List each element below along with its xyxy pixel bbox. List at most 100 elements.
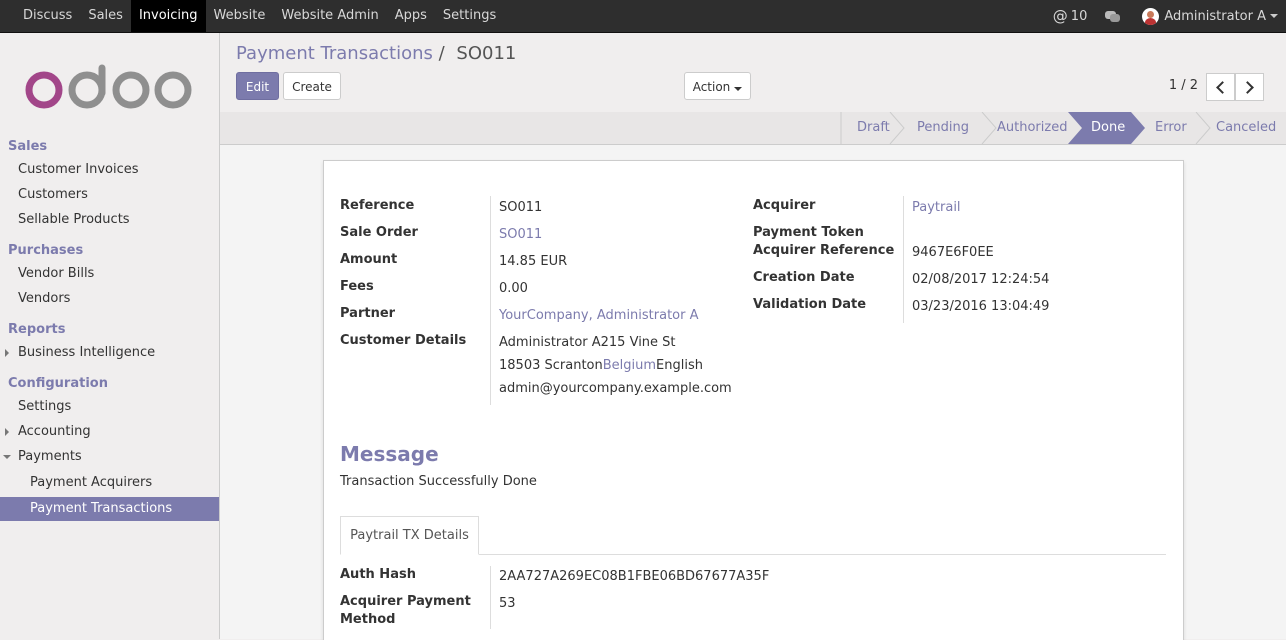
messaging-button[interactable] xyxy=(1105,10,1121,22)
sidebar-item-vendors[interactable]: Vendors xyxy=(0,287,219,311)
sidebar-item-sellable-products[interactable]: Sellable Products xyxy=(0,208,219,232)
menu-sales[interactable]: Sales xyxy=(80,0,131,32)
top-navbar: Discuss Sales Invoicing Website Website … xyxy=(0,0,1286,33)
mentions-count: 10 xyxy=(1070,8,1088,24)
acquirer-payment-method-label: Acquirer Payment xyxy=(340,594,471,609)
statusbar: Draft Pending Authorized Done Error Canc… xyxy=(220,112,1286,145)
chat-icon xyxy=(1105,10,1121,22)
at-icon: @ xyxy=(1052,7,1068,25)
sidebar-item-payments[interactable]: Payments xyxy=(0,445,219,469)
group-divider xyxy=(490,566,491,629)
section-sales: Sales xyxy=(8,139,48,154)
sidebar-item-customers[interactable]: Customers xyxy=(0,183,219,207)
pager-value[interactable]: 1 / 2 xyxy=(1169,78,1198,93)
breadcrumb-parent[interactable]: Payment Transactions xyxy=(236,43,433,64)
acquirer-payment-method-label-2: Method xyxy=(340,612,396,627)
user-name: Administrator A xyxy=(1164,8,1266,24)
sidebar-item-payment-acquirers[interactable]: Payment Acquirers xyxy=(0,471,219,495)
menu-website-admin[interactable]: Website Admin xyxy=(273,0,386,32)
section-configuration: Configuration xyxy=(8,376,108,391)
menu-website[interactable]: Website xyxy=(206,0,274,32)
menu-invoicing[interactable]: Invoicing xyxy=(130,0,206,32)
cd-zip: 18503 xyxy=(499,358,541,373)
statusbar-separators xyxy=(840,112,1211,144)
cd-lang: English xyxy=(656,358,703,373)
customer-details-label: Customer Details xyxy=(340,333,467,348)
acquirer-payment-method-value: 53 xyxy=(499,596,516,611)
fees-label: Fees xyxy=(340,279,374,294)
create-button[interactable]: Create xyxy=(283,72,341,100)
customer-details-email: admin@yourcompany.example.com xyxy=(499,381,732,396)
section-reports: Reports xyxy=(8,322,66,337)
menu-discuss[interactable]: Discuss xyxy=(15,0,80,32)
sale-order-link[interactable]: SO011 xyxy=(499,227,542,242)
acquirer-reference-label: Acquirer Reference xyxy=(753,243,895,258)
menu-settings[interactable]: Settings xyxy=(435,0,504,32)
validation-date-value: 03/23/2016 13:04:49 xyxy=(912,299,1050,314)
pager-next-button[interactable] xyxy=(1235,73,1264,101)
payment-token-label: Payment Token xyxy=(753,225,864,240)
customer-details-line1: Administrator A215 Vine St xyxy=(499,335,676,350)
acquirer-link[interactable]: Paytrail xyxy=(912,200,961,215)
sidebar-item-accounting[interactable]: Accounting xyxy=(0,420,219,444)
stage-authorized[interactable]: Authorized xyxy=(997,112,1067,144)
stage-canceled[interactable]: Canceled xyxy=(1216,112,1276,144)
amount-number: 14.85 xyxy=(499,254,537,269)
sidebar: odoo Sales Customer Invoices Customers S… xyxy=(0,33,220,639)
creation-date-value: 02/08/2017 12:24:54 xyxy=(912,272,1050,287)
action-dropdown[interactable]: Action xyxy=(684,72,751,100)
reference-label: Reference xyxy=(340,198,415,213)
caret-right-icon xyxy=(5,349,9,357)
chevron-down-icon xyxy=(1270,14,1278,18)
tab-paytrail-tx-details[interactable]: Paytrail TX Details xyxy=(340,516,479,555)
group-divider xyxy=(490,196,491,405)
message-title: Message xyxy=(340,442,439,466)
creation-date-label: Creation Date xyxy=(753,270,855,285)
caret-right-icon xyxy=(5,428,9,436)
cd-country-link[interactable]: Belgium xyxy=(603,358,656,373)
breadcrumb-separator: / xyxy=(438,43,445,64)
customer-details-line2: 18503 ScrantonBelgiumEnglish xyxy=(499,358,703,373)
chevron-left-icon xyxy=(1216,81,1229,94)
odoo-logo[interactable]: odoo xyxy=(25,63,195,113)
sidebar-item-payment-transactions[interactable]: Payment Transactions xyxy=(0,497,219,521)
sidebar-item-business-intelligence[interactable]: Business Intelligence xyxy=(0,341,219,365)
action-label: Action xyxy=(692,80,731,94)
sidebar-item-customer-invoices[interactable]: Customer Invoices xyxy=(0,158,219,182)
edit-button[interactable]: Edit xyxy=(236,72,279,100)
chevron-down-icon xyxy=(734,87,743,91)
auth-hash-label: Auth Hash xyxy=(340,567,416,582)
partner-link[interactable]: YourCompany, Administrator A xyxy=(499,308,699,323)
menu-apps[interactable]: Apps xyxy=(387,0,435,32)
app-menu: Discuss Sales Invoicing Website Website … xyxy=(15,0,504,32)
breadcrumb: Payment Transactions / SO011 xyxy=(236,43,516,64)
stage-done[interactable]: Done xyxy=(1091,112,1125,144)
mentions-button[interactable]: @ 10 xyxy=(1053,7,1088,25)
auth-hash-value: 2AA727A269EC08B1FBE06BD67677A35F xyxy=(499,569,770,584)
amount-value: 14.85 EUR xyxy=(499,254,567,269)
sidebar-item-vendor-bills[interactable]: Vendor Bills xyxy=(0,262,219,286)
sidebar-item-settings[interactable]: Settings xyxy=(0,395,219,419)
sale-order-label: Sale Order xyxy=(340,225,418,240)
fees-value: 0.00 xyxy=(499,281,528,296)
acquirer-label: Acquirer xyxy=(753,198,816,213)
user-menu[interactable]: Administrator A xyxy=(1142,7,1278,25)
chevron-right-icon xyxy=(1241,81,1254,94)
pager-previous-button[interactable] xyxy=(1206,73,1235,101)
section-purchases: Purchases xyxy=(8,243,84,258)
caret-down-icon xyxy=(3,455,11,459)
systray: @ 10 Administrator A xyxy=(1039,0,1278,32)
amount-label: Amount xyxy=(340,252,398,267)
partner-label: Partner xyxy=(340,306,396,321)
reference-value: SO011 xyxy=(499,200,543,215)
stage-draft[interactable]: Draft xyxy=(857,112,890,144)
stage-pending[interactable]: Pending xyxy=(917,112,969,144)
cd-city: Scranton xyxy=(544,358,603,373)
group-divider xyxy=(903,196,904,323)
amount-currency: EUR xyxy=(540,254,568,269)
control-panel: Payment Transactions / SO011 Edit Create… xyxy=(220,33,1286,113)
message-text: Transaction Successfully Done xyxy=(340,474,537,489)
validation-date-label: Validation Date xyxy=(753,297,867,312)
acquirer-reference-value: 9467E6F0EE xyxy=(912,245,994,260)
stage-error[interactable]: Error xyxy=(1155,112,1187,144)
